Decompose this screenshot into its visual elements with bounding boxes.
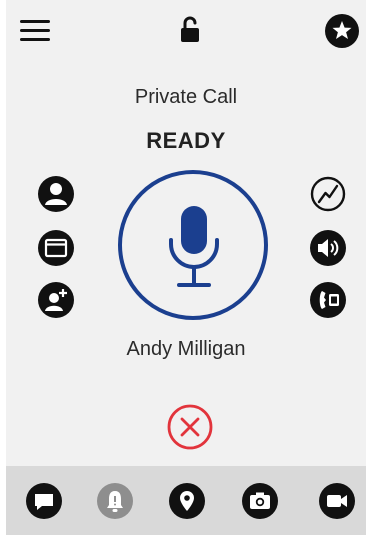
end-call-button[interactable] bbox=[167, 404, 213, 450]
alert-bell-icon[interactable] bbox=[97, 483, 133, 519]
menu-bar bbox=[20, 38, 50, 41]
close-circle-icon bbox=[167, 404, 213, 450]
microphone-icon bbox=[169, 206, 219, 287]
video-camera-icon[interactable] bbox=[319, 483, 355, 519]
speaker-volume-icon[interactable] bbox=[310, 230, 346, 266]
call-screen: Private Call READY Andy Milligan bbox=[6, 0, 366, 535]
menu-icon[interactable] bbox=[20, 20, 50, 42]
contact-name: Andy Milligan bbox=[126, 338, 246, 360]
chat-bubble-icon[interactable] bbox=[26, 483, 62, 519]
signal-trend-icon[interactable] bbox=[310, 176, 346, 212]
call-type-label: Private Call bbox=[134, 86, 238, 108]
folder-icon[interactable] bbox=[38, 230, 74, 266]
menu-bar bbox=[20, 29, 50, 32]
camera-icon[interactable] bbox=[242, 483, 278, 519]
contact-person-icon[interactable] bbox=[38, 176, 74, 212]
phone-handset-icon[interactable] bbox=[310, 282, 346, 318]
location-pin-icon[interactable] bbox=[169, 483, 205, 519]
menu-bar bbox=[20, 20, 50, 23]
unlocked-padlock-icon[interactable] bbox=[178, 15, 202, 43]
add-contact-icon[interactable] bbox=[38, 282, 74, 318]
push-to-talk-button[interactable] bbox=[118, 170, 268, 320]
bottom-toolbar bbox=[6, 466, 366, 535]
star-icon[interactable] bbox=[325, 14, 359, 48]
call-status: READY bbox=[146, 128, 226, 153]
